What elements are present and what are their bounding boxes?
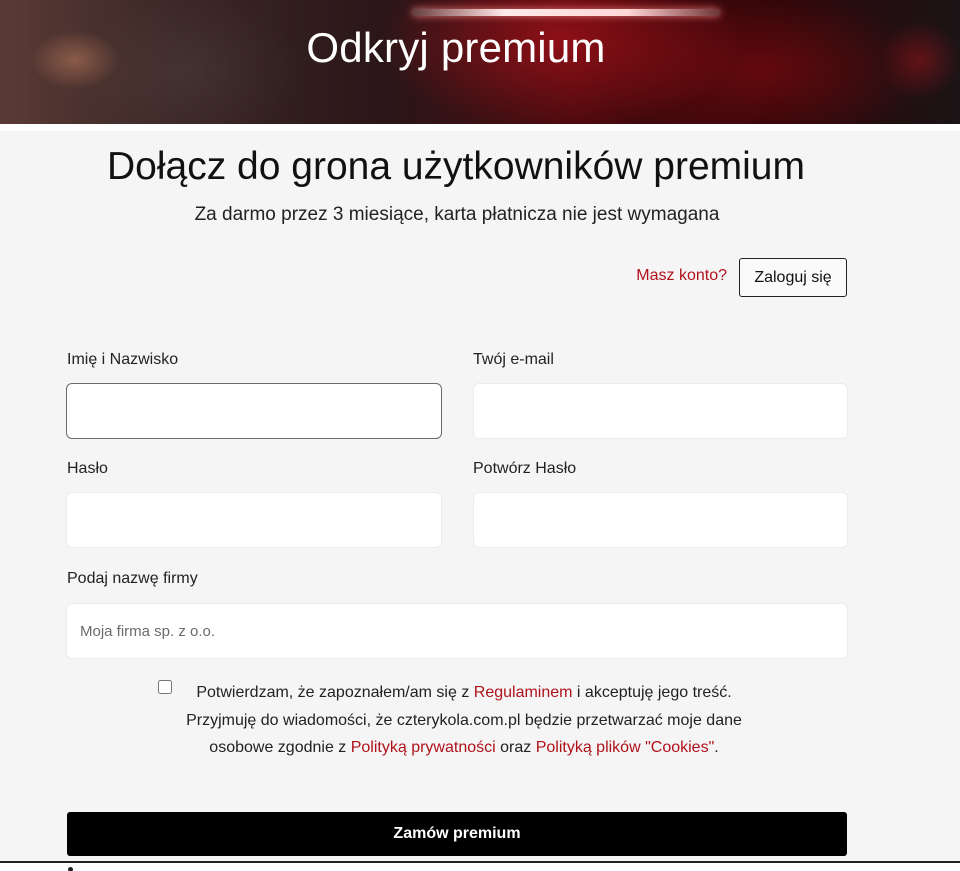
consent-text: Potwierdzam, że zapoznałem/am się z Regu… bbox=[174, 679, 754, 762]
terms-link[interactable]: Regulaminem bbox=[474, 684, 573, 701]
password-input[interactable] bbox=[66, 492, 442, 548]
have-account-text: Masz konto? bbox=[636, 267, 727, 284]
privacy-policy-link[interactable]: Polityką prywatności bbox=[351, 739, 496, 756]
name-input[interactable] bbox=[66, 383, 442, 439]
company-label: Podaj nazwę firmy bbox=[67, 570, 198, 587]
order-premium-button[interactable]: Zamów premium bbox=[67, 812, 847, 856]
signup-subtitle: Za darmo przez 3 miesiące, karta płatnic… bbox=[194, 204, 720, 225]
company-input[interactable] bbox=[66, 603, 848, 659]
consent-text-part: . bbox=[714, 739, 719, 756]
confirm-password-input[interactable] bbox=[473, 492, 848, 548]
login-button[interactable]: Zaloguj się bbox=[739, 258, 847, 297]
signup-section: Dołącz do grona użytkowników premium Za … bbox=[0, 131, 960, 861]
cookies-policy-link[interactable]: Polityką plików "Cookies" bbox=[536, 739, 715, 756]
hero-title: Odkryj premium bbox=[306, 24, 606, 71]
hero-tail-light bbox=[412, 9, 720, 16]
signup-title: Dołącz do grona użytkowników premium bbox=[107, 145, 805, 188]
consent-text-part: oraz bbox=[495, 739, 536, 756]
email-input[interactable] bbox=[473, 383, 848, 439]
page-cutoff-strip bbox=[0, 861, 960, 871]
hero-banner: Odkryj premium bbox=[0, 0, 960, 124]
name-label: Imię i Nazwisko bbox=[67, 351, 179, 368]
consent-text-part: Potwierdzam, że zapoznałem/am się z bbox=[196, 684, 474, 701]
email-label: Twój e-mail bbox=[473, 351, 554, 368]
consent-checkbox[interactable] bbox=[158, 680, 172, 694]
list-bullet bbox=[68, 867, 73, 871]
confirm-password-label: Potwórz Hasło bbox=[473, 460, 577, 477]
password-label: Hasło bbox=[67, 460, 108, 477]
